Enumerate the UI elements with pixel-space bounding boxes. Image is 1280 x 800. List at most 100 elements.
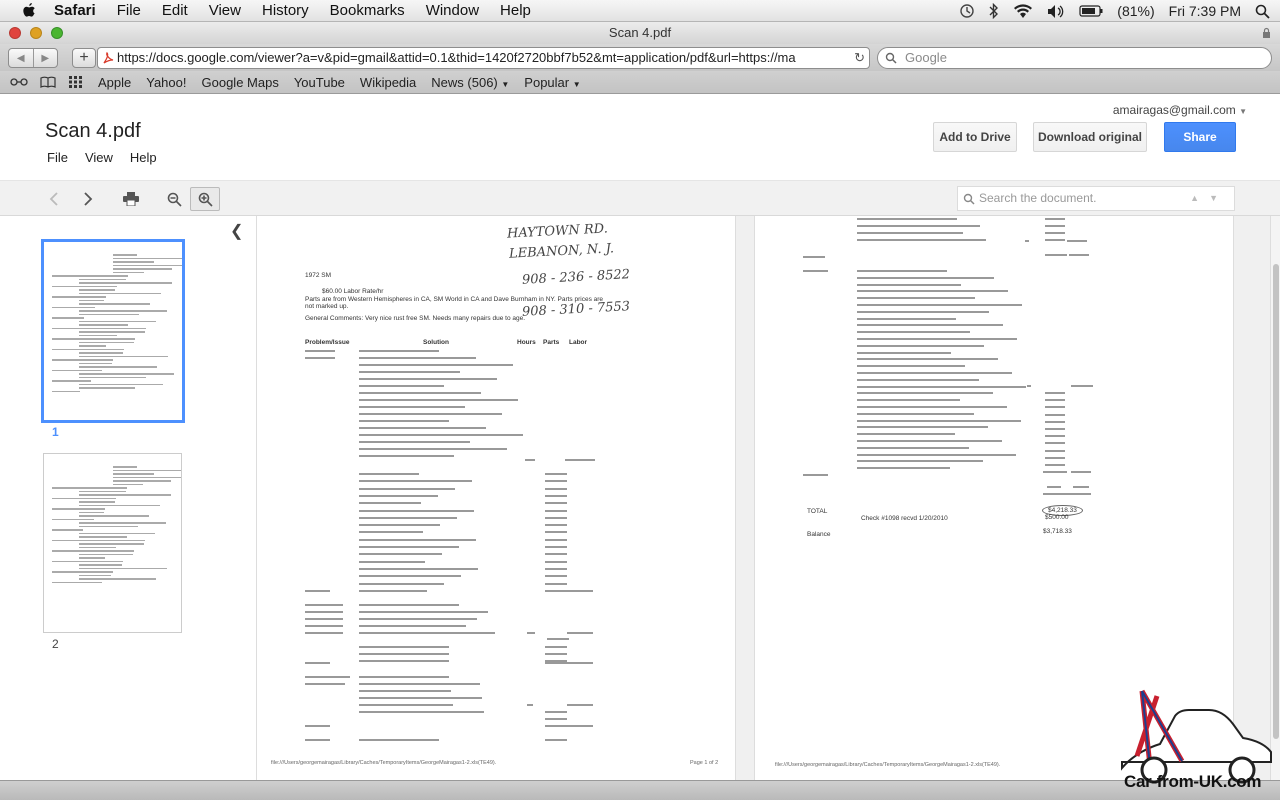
share-button[interactable]: Share bbox=[1164, 122, 1236, 152]
address-bar[interactable]: https://docs.google.com/viewer?a=v&pid=g… bbox=[97, 47, 870, 69]
minimize-window-button[interactable] bbox=[30, 27, 42, 39]
menu-history[interactable]: History bbox=[262, 2, 309, 19]
viewer-menu-file[interactable]: File bbox=[47, 150, 68, 165]
spotlight-search-icon[interactable] bbox=[1255, 4, 1270, 19]
browser-status-bar bbox=[0, 780, 1280, 800]
print-icon[interactable] bbox=[119, 187, 143, 211]
bookmark-wikipedia[interactable]: Wikipedia bbox=[360, 75, 416, 90]
scanned-text-line bbox=[359, 455, 454, 457]
scanned-text-line bbox=[305, 590, 330, 592]
menu-file[interactable]: File bbox=[117, 2, 141, 19]
thumbnail-text-line bbox=[78, 525, 138, 527]
thumbnail-text-line bbox=[52, 560, 124, 562]
zoom-window-button[interactable] bbox=[51, 27, 63, 39]
thumbnail-text-line bbox=[112, 469, 181, 471]
back-button[interactable]: ◀ bbox=[9, 49, 34, 67]
viewer-menu-view[interactable]: View bbox=[85, 150, 113, 165]
scanned-text-line bbox=[359, 538, 476, 541]
thumbnail-text-line bbox=[113, 264, 182, 266]
volume-icon[interactable] bbox=[1047, 4, 1065, 19]
bookmark-google-maps[interactable]: Google Maps bbox=[202, 75, 279, 90]
menu-window[interactable]: Window bbox=[426, 2, 479, 19]
wifi-icon[interactable] bbox=[1013, 3, 1033, 19]
bookmark-youtube[interactable]: YouTube bbox=[294, 75, 345, 90]
scanned-text-line bbox=[359, 494, 438, 497]
scanned-text-line bbox=[359, 420, 449, 422]
viewer-menu-help[interactable]: Help bbox=[130, 150, 157, 165]
bookmark-yahoo[interactable]: Yahoo! bbox=[146, 75, 186, 90]
page-thumbnail-1[interactable] bbox=[41, 239, 185, 423]
scanned-text-line bbox=[1045, 420, 1065, 423]
zoom-in-icon[interactable] bbox=[190, 187, 220, 211]
download-original-button[interactable]: Download original bbox=[1033, 122, 1147, 152]
previous-page-icon[interactable] bbox=[42, 187, 66, 211]
chevron-down-icon: ▼ bbox=[1239, 107, 1247, 116]
scanned-text-line bbox=[359, 567, 478, 570]
reload-icon[interactable]: ↻ bbox=[851, 48, 865, 68]
page-thumbnail-2[interactable] bbox=[43, 453, 182, 633]
scanned-text-line bbox=[527, 704, 533, 706]
thumbnail-text-line bbox=[52, 539, 146, 541]
check-amount: $500.00 bbox=[1045, 514, 1069, 521]
close-window-button[interactable] bbox=[9, 27, 21, 39]
thumbnail-text-line bbox=[78, 331, 145, 333]
bookmark-news-folder[interactable]: News (506) ▼ bbox=[431, 75, 509, 90]
bookmarks-book-icon[interactable] bbox=[40, 76, 56, 88]
zoom-out-icon[interactable] bbox=[162, 187, 186, 211]
menu-view[interactable]: View bbox=[209, 2, 241, 19]
thumbnail-text-line bbox=[113, 254, 138, 256]
scanned-text-line bbox=[1045, 392, 1065, 394]
scanned-text-line bbox=[803, 256, 825, 258]
scanned-text-line bbox=[857, 433, 955, 436]
time-machine-icon[interactable] bbox=[959, 3, 975, 19]
scanned-text-line bbox=[359, 553, 442, 556]
scanned-text-line bbox=[545, 582, 567, 585]
document-search-input[interactable]: Search the document. ▲▼ bbox=[957, 186, 1235, 211]
account-email: amairagas@gmail.com bbox=[1112, 103, 1236, 117]
apple-logo-icon[interactable] bbox=[21, 2, 37, 19]
add-bookmark-button[interactable]: + bbox=[72, 48, 96, 68]
forward-button[interactable]: ▶ bbox=[34, 49, 58, 67]
scanned-text-line bbox=[359, 697, 482, 699]
thumbnail-text-line bbox=[78, 341, 134, 343]
account-menu[interactable]: amairagas@gmail.com ▼ bbox=[1113, 103, 1247, 117]
parts-note-2: not marked up. bbox=[305, 303, 349, 310]
scanned-text-line bbox=[359, 582, 444, 585]
bookmark-apple[interactable]: Apple bbox=[98, 75, 131, 90]
menu-app-safari[interactable]: Safari bbox=[54, 2, 96, 19]
bookmark-popular-folder[interactable]: Popular ▼ bbox=[524, 75, 580, 90]
thumbnail-text-line bbox=[78, 567, 167, 569]
menu-help[interactable]: Help bbox=[500, 2, 531, 19]
search-nav-arrows-icon[interactable]: ▲▼ bbox=[1190, 187, 1228, 210]
menu-bookmarks[interactable]: Bookmarks bbox=[330, 2, 405, 19]
mac-menubar: Safari File Edit View History Bookmarks … bbox=[0, 0, 1280, 22]
thumbnail-text-line bbox=[78, 522, 166, 524]
scanned-text-line bbox=[359, 441, 470, 443]
scanned-text-line bbox=[359, 524, 440, 527]
menubar-clock[interactable]: Fri 7:39 PM bbox=[1169, 3, 1241, 19]
scanned-text-line bbox=[359, 427, 486, 429]
google-search-field[interactable]: Google bbox=[877, 47, 1272, 69]
scanned-text-line bbox=[803, 270, 828, 272]
reading-list-icon[interactable] bbox=[10, 77, 28, 87]
scanned-text-line bbox=[857, 276, 994, 279]
battery-icon[interactable] bbox=[1079, 5, 1103, 17]
thumbnail-text-line bbox=[78, 511, 105, 513]
collapse-panel-icon[interactable]: ❮ bbox=[230, 221, 243, 241]
thumbnail-text-line bbox=[78, 373, 174, 375]
scanned-text-line bbox=[857, 440, 1002, 442]
thumbnail-text-line bbox=[52, 327, 146, 329]
menu-edit[interactable]: Edit bbox=[162, 2, 188, 19]
col-header-hours: Hours bbox=[517, 339, 536, 346]
bluetooth-icon[interactable] bbox=[989, 3, 999, 19]
scanned-text-line bbox=[545, 509, 567, 512]
next-page-icon[interactable] bbox=[76, 187, 100, 211]
scrollbar-thumb[interactable] bbox=[1273, 264, 1279, 739]
scanned-text-line bbox=[359, 604, 459, 606]
chevron-down-icon: ▼ bbox=[572, 79, 581, 89]
scanned-text-line bbox=[305, 611, 343, 613]
top-sites-grid-icon[interactable] bbox=[69, 76, 83, 88]
scanned-text-line bbox=[359, 625, 466, 627]
thumbnail-text-line bbox=[78, 553, 134, 555]
add-to-drive-button[interactable]: Add to Drive bbox=[933, 122, 1017, 152]
